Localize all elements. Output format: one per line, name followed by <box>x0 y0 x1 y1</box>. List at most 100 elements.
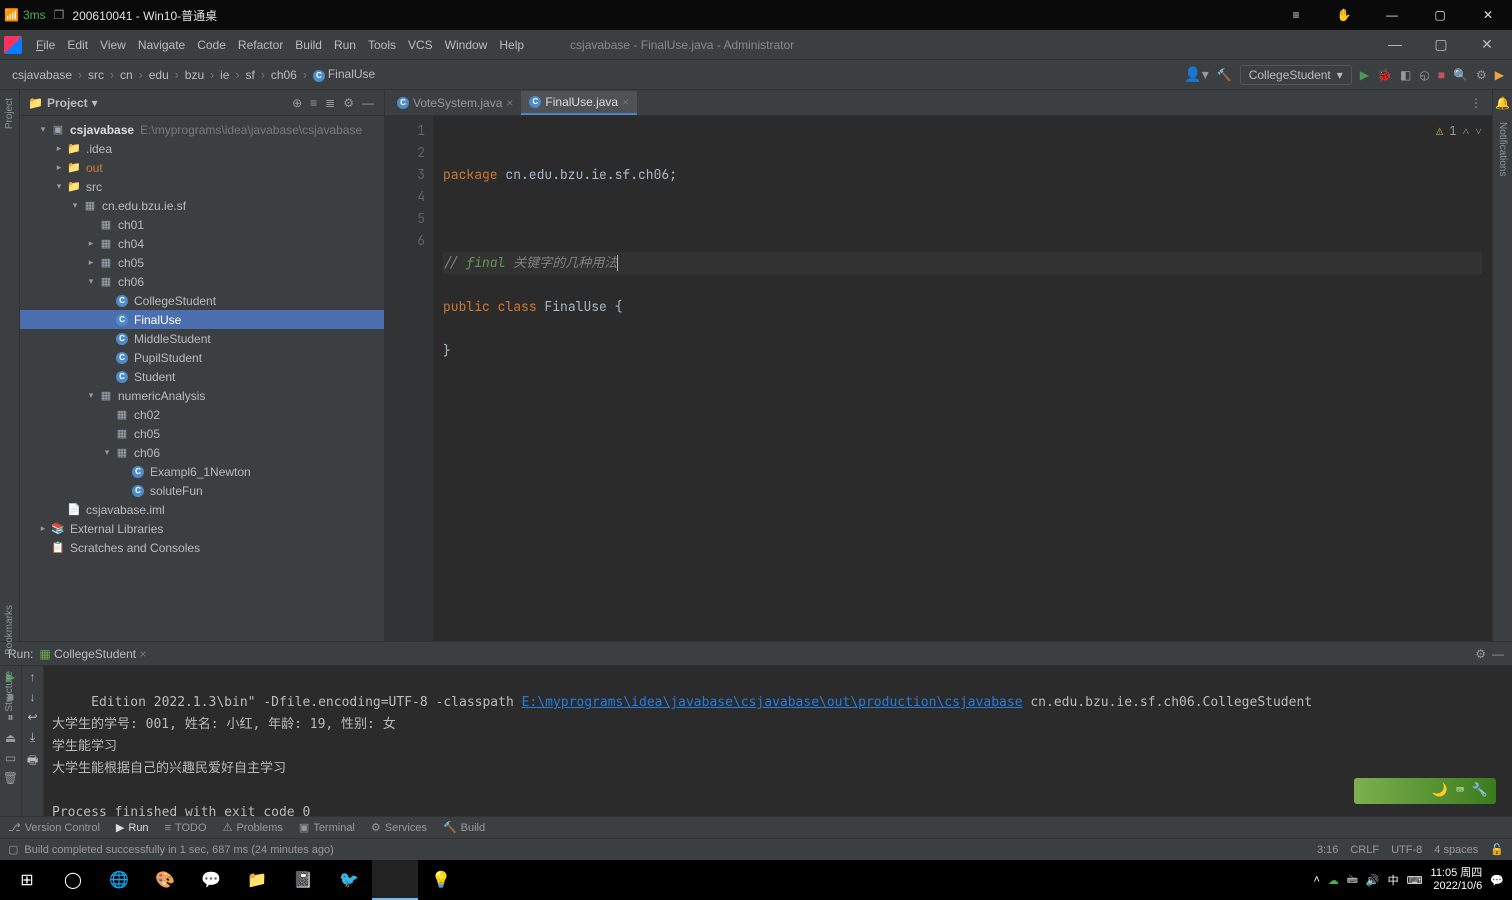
tree-ch01[interactable]: ▦ ch01 <box>20 215 384 234</box>
tree-idea[interactable]: ▸ 📁 .idea <box>20 139 384 158</box>
menu-file[interactable]: File <box>30 34 61 56</box>
project-tree[interactable]: ▾ ▣ csjavabase E:\myprograms\idea\javaba… <box>20 116 384 641</box>
tree-root[interactable]: ▾ ▣ csjavabase E:\myprograms\idea\javaba… <box>20 120 384 139</box>
collapse-all-icon[interactable]: ≣ <box>323 96 337 110</box>
sidebar-structure[interactable]: Structure <box>4 671 15 712</box>
tab-votesystem[interactable]: C VoteSystem.java × <box>389 91 521 115</box>
tree-settings-icon[interactable]: ⚙ <box>341 96 356 110</box>
tool-terminal[interactable]: ▣Terminal <box>299 821 355 834</box>
bc-cn[interactable]: cn <box>116 66 137 84</box>
menu-tools[interactable]: Tools <box>362 34 402 56</box>
tree-class-pupil[interactable]: C PupilStudent <box>20 348 384 367</box>
ide-minimize-btn[interactable]: — <box>1374 36 1416 53</box>
tool-problems[interactable]: ⚠Problems <box>223 821 283 834</box>
next-highlight-icon[interactable]: ˅ <box>1475 120 1482 142</box>
close-icon[interactable]: × <box>622 95 629 109</box>
paint-icon[interactable]: 🎨 <box>142 860 188 900</box>
tree-out[interactable]: ▸ 📁 out <box>20 158 384 177</box>
tree-class-solute[interactable]: C soluteFun <box>20 481 384 500</box>
intellij-task-icon[interactable] <box>372 860 418 900</box>
run-settings-icon[interactable]: ⚙ <box>1475 647 1486 661</box>
tab-finaluse[interactable]: C FinalUse.java × <box>521 91 637 115</box>
tool-version-control[interactable]: ⎇Version Control <box>8 821 100 834</box>
stop-button[interactable]: ■ <box>1438 68 1445 82</box>
tree-iml[interactable]: 📄 csjavabase.iml <box>20 500 384 519</box>
tool-services[interactable]: ⚙Services <box>371 821 427 834</box>
tool-build[interactable]: 🔨Build <box>443 821 485 834</box>
tool-todo[interactable]: ≡TODO <box>165 822 207 834</box>
maximize-btn[interactable]: ▢ <box>1420 8 1460 22</box>
run-config-selector[interactable]: CollegeStudent ▾ <box>1240 65 1352 85</box>
tree-class-college[interactable]: C CollegeStudent <box>20 291 384 310</box>
ide-close-btn[interactable]: ✕ <box>1466 36 1508 53</box>
bc-ie[interactable]: ie <box>216 66 233 84</box>
up-icon[interactable]: ↑ <box>30 670 36 684</box>
tree-class-middle[interactable]: C MiddleStudent <box>20 329 384 348</box>
expand-all-icon[interactable]: ≡ <box>308 96 319 110</box>
warning-icon[interactable]: ⚠ <box>1436 120 1443 142</box>
tree-na-ch06[interactable]: ▾ ▦ ch06 <box>20 443 384 462</box>
editor-body[interactable]: 1 2 3 4 5 6 ⚠ 1 ˄ ˅ package cn.edu.bzu.i… <box>385 116 1492 641</box>
tree-ch04[interactable]: ▸ ▦ ch04 <box>20 234 384 253</box>
bc-class[interactable]: CFinalUse <box>309 65 379 84</box>
pause-icon[interactable]: ⏸ <box>7 710 13 725</box>
tree-class-newton[interactable]: C Exampl6_1Newton <box>20 462 384 481</box>
tray-ime2-icon[interactable]: ⌨ <box>1407 874 1423 887</box>
close-icon[interactable]: × <box>139 647 146 661</box>
tray-lang[interactable]: 中 <box>1388 872 1399 888</box>
notifications-icon[interactable]: 💬 <box>1490 874 1504 887</box>
wechat-icon[interactable]: 💬 <box>188 860 234 900</box>
menu-code[interactable]: Code <box>191 34 232 56</box>
menu-run[interactable]: Run <box>328 34 362 56</box>
down-icon[interactable]: ↓ <box>30 690 36 704</box>
project-title[interactable]: 📁 Project ▾ <box>28 96 98 110</box>
menu-edit[interactable]: Edit <box>61 34 94 56</box>
tree-src[interactable]: ▾ 📁 src <box>20 177 384 196</box>
menu-window[interactable]: Window <box>439 34 494 56</box>
tree-scratch[interactable]: 📋 Scratches and Consoles <box>20 538 384 557</box>
tree-na-ch05[interactable]: ▦ ch05 <box>20 424 384 443</box>
build-icon[interactable]: 🔨 <box>1217 68 1232 82</box>
hamburger-icon[interactable]: ≡ <box>1276 8 1316 22</box>
ide-maximize-btn[interactable]: ▢ <box>1420 36 1462 53</box>
code-area[interactable]: ⚠ 1 ˄ ˅ package cn.edu.bzu.ie.sf.ch06; /… <box>433 116 1492 641</box>
bc-edu[interactable]: edu <box>145 66 173 84</box>
menu-help[interactable]: Help <box>493 34 530 56</box>
sidebar-notifications[interactable]: Notifications <box>1497 122 1508 176</box>
run-hide-icon[interactable]: — <box>1492 647 1504 661</box>
close-icon[interactable]: × <box>506 96 513 110</box>
minimize-btn[interactable]: — <box>1372 8 1412 22</box>
editor-status[interactable]: ⚠ 1 ˄ ˅ <box>1436 120 1482 142</box>
ime-indicator[interactable]: 🌙 ⌨ 🔧 <box>1354 778 1496 804</box>
readonly-lock-icon[interactable]: 🔓 <box>1490 843 1504 856</box>
system-tray[interactable]: ˄ ☁ 🖮 🔊 中 ⌨ 11:05 周四 2022/10/6 💬 <box>1313 867 1508 893</box>
notifications-bell-icon[interactable]: 🔔 <box>1495 96 1510 110</box>
tabs-more-icon[interactable]: ⋮ <box>1464 96 1488 110</box>
menu-refactor[interactable]: Refactor <box>232 34 289 56</box>
menu-view[interactable]: View <box>94 34 132 56</box>
sidebar-project[interactable]: Project <box>4 98 15 129</box>
tray-clock[interactable]: 11:05 周四 2022/10/6 <box>1431 867 1483 893</box>
hand-icon[interactable]: ✋ <box>1324 8 1364 22</box>
tree-external[interactable]: ▸ 📚 External Libraries <box>20 519 384 538</box>
caret-position[interactable]: 3:16 <box>1317 844 1338 856</box>
bc-bzu[interactable]: bzu <box>181 66 208 84</box>
explorer-icon[interactable]: 📁 <box>234 860 280 900</box>
tray-chevron-icon[interactable]: ˄ <box>1313 874 1319 886</box>
tree-class-finaluse[interactable]: C FinalUse <box>20 310 384 329</box>
collaborate-icon[interactable]: 👤▾ <box>1184 66 1208 83</box>
delete-icon[interactable]: 🗑 <box>3 771 18 785</box>
sidebar-bookmarks[interactable]: Bookmarks <box>4 605 15 655</box>
bc-root[interactable]: csjavabase <box>8 66 76 84</box>
menu-vcs[interactable]: VCS <box>402 34 439 56</box>
run-config-name[interactable]: ▦ CollegeStudent × <box>39 647 146 661</box>
debug-button[interactable]: 🐞 <box>1377 68 1392 82</box>
layout-icon[interactable]: ▭ <box>5 751 16 765</box>
bc-src[interactable]: src <box>84 66 108 84</box>
start-button[interactable]: ⊞ <box>4 860 50 900</box>
wrap-icon[interactable]: ↩ <box>27 710 37 724</box>
output-path-link[interactable]: E:\myprograms\idea\javabase\csjavabase\o… <box>522 695 1023 710</box>
misc-task-icon[interactable]: 💡 <box>418 860 464 900</box>
coverage-icon[interactable]: ◧ <box>1400 68 1411 82</box>
ide-update-icon[interactable]: ▶ <box>1495 68 1504 82</box>
